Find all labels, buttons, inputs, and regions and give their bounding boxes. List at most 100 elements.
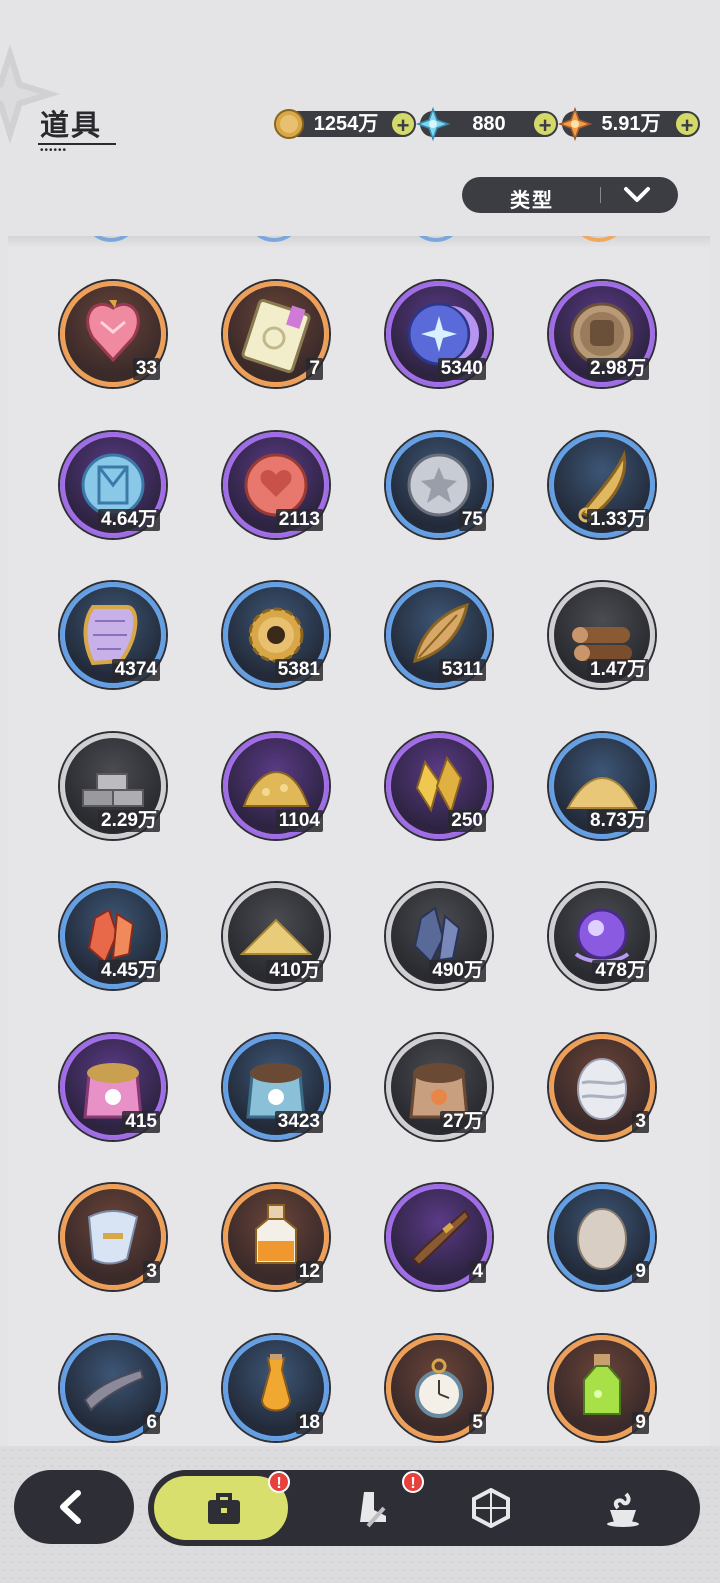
filter-label: 类型	[510, 190, 554, 212]
boots-sword-icon	[360, 1492, 386, 1528]
item-gold-leaf[interactable]: 5311	[381, 577, 497, 693]
item-count: 1.47万	[587, 659, 649, 681]
item-green-potion[interactable]: 9	[544, 1330, 660, 1446]
tab-cooking[interactable]	[568, 1470, 678, 1546]
item-pink-food-bag[interactable]: 415	[55, 1029, 171, 1145]
crystal-star-icon	[416, 107, 450, 141]
hexagon-gem-icon	[472, 1488, 510, 1528]
item-count: 4.64万	[98, 509, 160, 531]
item-count: 33	[132, 358, 160, 380]
item-frame: 1.33万	[549, 432, 655, 538]
item-red-heart-coin[interactable]: 2113	[218, 427, 334, 543]
add-orange-star-button[interactable]: +	[674, 111, 700, 138]
item-count: 478万	[592, 960, 649, 982]
item-count: 75	[458, 509, 486, 531]
item-gold-horn[interactable]: 1.33万	[544, 427, 660, 543]
item-frame: 3	[60, 1184, 166, 1290]
add-gold-button[interactable]: +	[390, 111, 416, 138]
item-frame: 12	[223, 1184, 329, 1290]
currency-crystal: 880 +	[416, 107, 558, 141]
item-plain-egg[interactable]: 9	[544, 1179, 660, 1295]
item-silver-star-coin[interactable]: 75	[381, 427, 497, 543]
item-frame: 1104	[223, 733, 329, 839]
item-count: 9	[632, 1261, 649, 1283]
item-count: 3	[632, 1111, 649, 1133]
item-frame: 3423	[223, 1034, 329, 1140]
item-fist-coin[interactable]: 2.98万	[544, 276, 660, 392]
bag-alert-badge: !	[268, 1471, 290, 1493]
item-frame: 4.64万	[60, 432, 166, 538]
bag-icon	[208, 1493, 240, 1524]
filter-separator	[600, 187, 601, 203]
item-frame: 2.98万	[549, 281, 655, 387]
orange-star-value: 5.91万	[601, 113, 661, 135]
item-frame: 3	[549, 1034, 655, 1140]
item-purple-orb[interactable]: 478万	[544, 878, 660, 994]
item-frame: 5311	[386, 582, 492, 688]
item-frame: 75	[386, 432, 492, 538]
item-blue-rune-coin[interactable]: 4.64万	[55, 427, 171, 543]
item-frame: 6	[60, 1335, 166, 1441]
item-frame: 410万	[223, 883, 329, 989]
back-button[interactable]	[14, 1470, 134, 1544]
item-frame: 8.73万	[549, 733, 655, 839]
item-small-potion[interactable]: 18	[218, 1330, 334, 1446]
item-frame: 250	[386, 733, 492, 839]
item-brown-food-bag[interactable]: 27万	[381, 1029, 497, 1145]
item-pink-heart-gem[interactable]: 33	[55, 276, 171, 392]
item-frame: 4374	[60, 582, 166, 688]
item-yellow-sand[interactable]: 410万	[218, 878, 334, 994]
currency-gold: 1254万 +	[274, 109, 416, 139]
item-frame: 2113	[223, 432, 329, 538]
item-frame: 9	[549, 1335, 655, 1441]
item-count: 410万	[266, 960, 323, 982]
item-orange-potion[interactable]: 12	[218, 1179, 334, 1295]
item-gold-ore-pile[interactable]: 1104	[218, 728, 334, 844]
item-count: 9	[632, 1412, 649, 1434]
add-crystal-button[interactable]: +	[532, 111, 558, 138]
item-count: 8.73万	[587, 810, 649, 832]
item-red-crystal[interactable]: 4.45万	[55, 878, 171, 994]
swirl-cup-icon	[607, 1492, 639, 1527]
crystal-value: 880	[472, 113, 506, 135]
currency-orange-star: 5.91万 +	[558, 107, 700, 141]
item-frame: 5	[386, 1335, 492, 1441]
item-wood-logs[interactable]: 1.47万	[544, 577, 660, 693]
item-gear[interactable]: 5381	[218, 577, 334, 693]
item-stone-bricks[interactable]: 2.29万	[55, 728, 171, 844]
item-count: 415	[122, 1111, 160, 1133]
item-count: 27万	[439, 1111, 486, 1133]
item-count: 2.29万	[98, 810, 160, 832]
item-gold-sand-pile[interactable]: 8.73万	[544, 728, 660, 844]
item-gray-brush[interactable]: 6	[55, 1330, 171, 1446]
item-frame: 2.29万	[60, 733, 166, 839]
item-pocket-watch[interactable]: 5	[381, 1330, 497, 1446]
chevron-down-icon	[624, 187, 650, 202]
item-dark-crystal[interactable]: 490万	[381, 878, 497, 994]
item-brown-brush[interactable]: 4	[381, 1179, 497, 1295]
item-count: 3	[143, 1261, 160, 1283]
item-white-scroll[interactable]: 3	[55, 1179, 171, 1295]
type-filter-dropdown[interactable]: 类型	[462, 177, 678, 213]
item-blue-food-bag[interactable]: 3423	[218, 1029, 334, 1145]
item-grid[interactable]: 33 7 5340 2.98万 4.64万 2113 75 1.33万 4374 5381 5311…	[8, 236, 710, 1446]
item-frame: 7	[223, 281, 329, 387]
item-count: 5381	[274, 659, 323, 681]
item-gold-crystals[interactable]: 250	[381, 728, 497, 844]
item-count: 1.33万	[587, 509, 649, 531]
item-count: 5340	[437, 358, 486, 380]
item-rainbow-ticket[interactable]: 7	[218, 276, 334, 392]
item-frame: 1.47万	[549, 582, 655, 688]
item-count: 2.98万	[587, 358, 649, 380]
item-scale-shield[interactable]: 4374	[55, 577, 171, 693]
item-star-moon-coin[interactable]: 5340	[381, 276, 497, 392]
item-count: 18	[295, 1412, 323, 1434]
item-frame: 490万	[386, 883, 492, 989]
item-white-egg[interactable]: 3	[544, 1029, 660, 1145]
gold-coin-icon	[274, 109, 304, 139]
item-count: 1104	[275, 810, 323, 832]
orange-star-icon	[558, 107, 592, 141]
item-count: 7	[306, 358, 323, 380]
tab-gems[interactable]	[438, 1470, 548, 1546]
item-count: 4374	[111, 659, 160, 681]
